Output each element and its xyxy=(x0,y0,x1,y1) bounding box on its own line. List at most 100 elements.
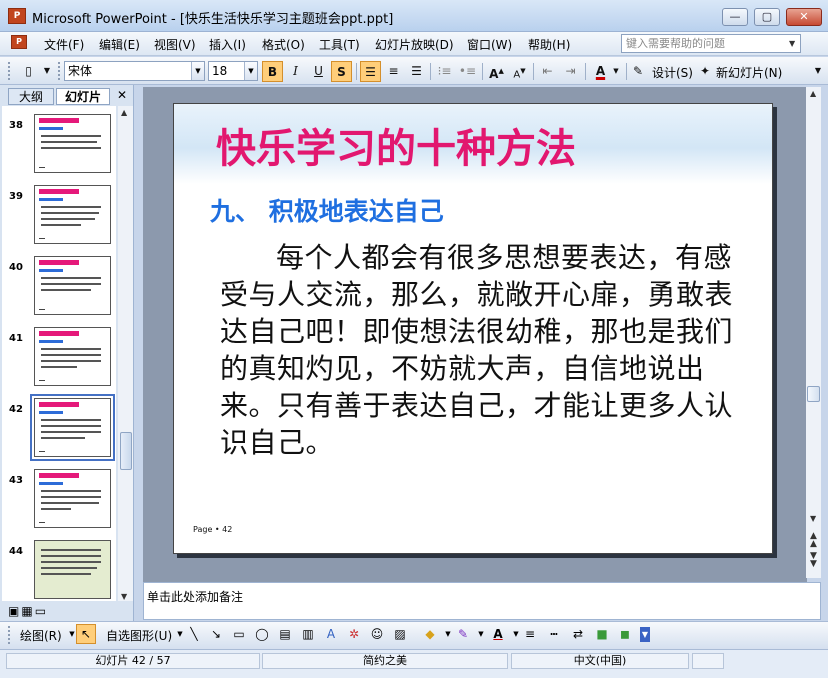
menu-help[interactable]: 帮助(H) xyxy=(528,36,570,53)
design-icon[interactable]: ✎ xyxy=(631,61,645,82)
oval-tool-icon[interactable]: ◯ xyxy=(254,627,270,642)
new-slide-button[interactable]: 新幻灯片(N) xyxy=(716,64,782,81)
increase-font-icon[interactable]: A▲ xyxy=(486,61,507,82)
close-button[interactable]: ✕ xyxy=(786,8,822,26)
shadow-style-icon[interactable]: ■ xyxy=(594,627,610,642)
menu-slideshow[interactable]: 幻灯片放映(D) xyxy=(375,36,454,53)
toolbar-grip-2[interactable] xyxy=(58,62,62,80)
menu-file[interactable]: 文件(F) xyxy=(44,36,84,53)
scroll-down-icon[interactable]: ▼ xyxy=(810,514,816,523)
arrow-style-icon[interactable]: ⇄ xyxy=(570,627,586,642)
toolbar-options-icon-2[interactable]: ▼ xyxy=(812,61,824,82)
font-color-dropdown-icon[interactable]: ▼ xyxy=(610,61,622,82)
font-color-icon[interactable]: A xyxy=(490,627,506,642)
document-icon[interactable]: P xyxy=(11,35,27,49)
minimize-button[interactable]: — xyxy=(722,8,748,26)
wordart-icon[interactable]: A xyxy=(323,627,339,642)
font-size-dropdown-icon[interactable]: ▼ xyxy=(244,62,257,80)
3d-style-icon[interactable]: ◼ xyxy=(617,627,633,642)
diagram-icon[interactable]: ✲ xyxy=(346,627,362,642)
align-left-icon[interactable]: ☰ xyxy=(360,61,381,82)
design-button[interactable]: 设计(S) xyxy=(652,64,693,81)
menu-insert[interactable]: 插入(I) xyxy=(209,36,246,53)
scroll-up-icon[interactable]: ▲ xyxy=(810,89,816,98)
line-style-icon[interactable]: ≡ xyxy=(522,627,538,642)
clip-art-icon[interactable]: ☺ xyxy=(369,627,385,642)
help-search-input[interactable]: 键入需要帮助的问题 xyxy=(621,34,801,53)
insert-picture-icon[interactable]: ▨ xyxy=(392,627,408,642)
select-objects-icon[interactable]: ↖ xyxy=(76,624,96,644)
slide-thumbnail-selected[interactable] xyxy=(30,394,115,461)
previous-slide-icon[interactable]: ▲ ▲ xyxy=(810,532,817,549)
thumb-text-line xyxy=(41,289,91,291)
slide-thumbnail[interactable] xyxy=(34,185,111,244)
fill-color-icon[interactable]: ◆ xyxy=(422,627,438,642)
slide-sorter-icon[interactable]: ▦ xyxy=(21,604,34,618)
tab-slides[interactable]: 幻灯片 xyxy=(56,88,110,105)
scroll-up-icon[interactable]: ▲ xyxy=(121,108,127,117)
menu-window[interactable]: 窗口(W) xyxy=(467,36,512,53)
notes-pane[interactable]: 单击此处添加备注 xyxy=(143,582,821,620)
slide-body-text[interactable]: 每个人都会有很多思想要表达，有感受与人交流，那么，就敞开心扉，勇敢表达自己吧！即… xyxy=(220,239,736,461)
menu-edit[interactable]: 编辑(E) xyxy=(99,36,140,53)
decrease-indent-icon[interactable]: ⇤ xyxy=(537,61,558,82)
font-color-icon[interactable]: A xyxy=(590,61,611,82)
new-slide-icon[interactable]: ✦ xyxy=(698,61,712,82)
font-name-dropdown-icon[interactable]: ▼ xyxy=(191,62,204,80)
numbering-icon[interactable]: ⁝≡ xyxy=(434,61,455,82)
slide-subtitle[interactable]: 九、 积极地表达自己 xyxy=(210,192,444,228)
align-center-icon[interactable]: ≡ xyxy=(383,61,404,82)
font-name-combo[interactable]: 宋体 xyxy=(64,61,205,81)
line-color-icon[interactable]: ✎ xyxy=(455,627,471,642)
slide-thumbnail[interactable] xyxy=(34,327,111,386)
maximize-button[interactable]: ▢ xyxy=(754,8,780,26)
vertical-textbox-icon[interactable]: ▥ xyxy=(300,627,316,642)
line-color-dropdown-icon[interactable]: ▼ xyxy=(473,627,489,642)
slide-scrollbar[interactable] xyxy=(806,87,821,578)
bullets-icon[interactable]: •≡ xyxy=(457,61,478,82)
textbox-tool-icon[interactable]: ▤ xyxy=(277,627,293,642)
rectangle-tool-icon[interactable]: ▭ xyxy=(231,627,247,642)
slide-thumbnail[interactable] xyxy=(34,114,111,173)
tab-outline[interactable]: 大纲 xyxy=(8,88,54,105)
next-slide-icon[interactable]: ▼ ▼ xyxy=(810,552,817,569)
dash-style-icon[interactable]: ┅ xyxy=(546,627,562,642)
thumb-footer xyxy=(39,167,45,168)
powerpoint-icon[interactable]: P xyxy=(8,8,26,24)
toolbar-grip[interactable] xyxy=(8,62,12,80)
autoshapes-menu-button[interactable]: 自选图形(U) xyxy=(106,627,172,644)
pane-close-icon[interactable]: ✕ xyxy=(117,88,127,102)
scroll-down-icon[interactable]: ▼ xyxy=(121,592,127,601)
slide-thumbnail[interactable] xyxy=(34,256,111,315)
thumbnails-scroll-thumb[interactable] xyxy=(120,432,132,470)
toolbar-options-icon[interactable]: ▼ xyxy=(40,61,54,82)
align-right-icon[interactable]: ☰ xyxy=(406,61,427,82)
menu-format[interactable]: 格式(O) xyxy=(262,36,305,53)
thumbnails-scrollbar[interactable] xyxy=(118,106,133,601)
slideshow-icon[interactable]: ▭ xyxy=(35,604,48,618)
line-tool-icon[interactable]: ╲ xyxy=(186,627,202,642)
bold-button[interactable]: B xyxy=(262,61,283,82)
shadow-button[interactable]: S xyxy=(331,61,352,82)
slide-scroll-thumb[interactable] xyxy=(807,386,820,402)
thumb-text-line xyxy=(41,425,101,427)
slide-thumbnail[interactable] xyxy=(34,540,111,599)
fill-color-dropdown-icon[interactable]: ▼ xyxy=(440,627,456,642)
drawing-toolbar-options-icon[interactable]: ▼ xyxy=(640,627,650,642)
toolbar-grip[interactable] xyxy=(8,626,12,644)
slide-thumbnail[interactable] xyxy=(34,469,111,528)
underline-button[interactable]: U xyxy=(308,61,329,82)
italic-button[interactable]: I xyxy=(285,61,306,82)
slide-title[interactable]: 快乐学习的十种方法 xyxy=(216,116,576,174)
current-slide[interactable]: 快乐学习的十种方法 九、 积极地表达自己 每个人都会有很多思想要表达，有感受与人… xyxy=(173,103,773,554)
decrease-font-icon[interactable]: A▼ xyxy=(509,61,530,82)
menu-tools[interactable]: 工具(T) xyxy=(319,36,360,53)
increase-indent-icon[interactable]: ⇥ xyxy=(560,61,581,82)
normal-view-icon[interactable]: ▣ xyxy=(8,604,21,618)
menu-view[interactable]: 视图(V) xyxy=(154,36,196,53)
draw-menu-button[interactable]: 绘图(R) xyxy=(20,627,62,644)
help-dropdown-icon[interactable]: ▼ xyxy=(789,39,795,48)
new-document-icon[interactable]: ▯ xyxy=(18,61,39,82)
arrow-tool-icon[interactable]: ↘ xyxy=(208,627,224,642)
slide-thumbnails-list[interactable]: 38 39 40 41 42 43 44 xyxy=(2,106,116,601)
